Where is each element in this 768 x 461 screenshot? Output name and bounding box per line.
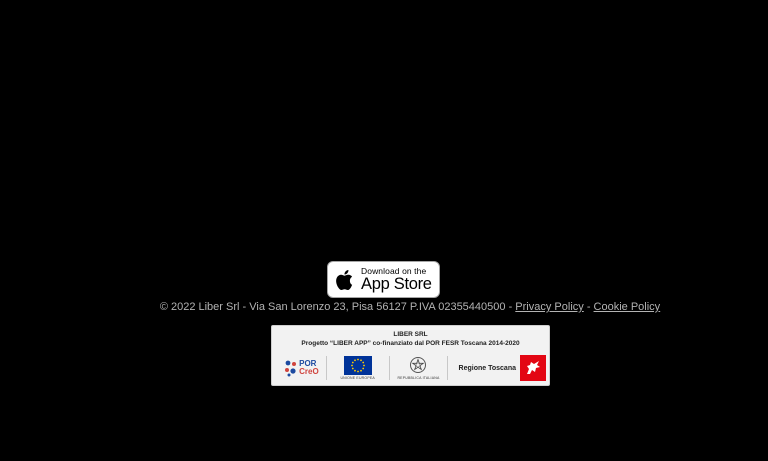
funding-subtitle: Progetto “LIBER APP” co-finanziato dal P… bbox=[301, 340, 520, 347]
badge-small-text: Download on the bbox=[361, 265, 427, 276]
repubblica-italiana-logo: REPUBBLICA ITALIANA bbox=[390, 353, 448, 383]
funding-title: LIBER SRL bbox=[393, 331, 428, 338]
regione-toscana-logo: Regione Toscana bbox=[448, 353, 546, 383]
eu-logo: UNIONE EUROPEA bbox=[327, 353, 389, 383]
eu-flag-icon bbox=[343, 356, 372, 375]
privacy-policy-link[interactable]: Privacy Policy bbox=[515, 301, 583, 313]
footer-legal: © 2022 Liber Srl - Via San Lorenzo 23, P… bbox=[0, 301, 768, 313]
eu-caption: UNIONE EUROPEA bbox=[340, 376, 375, 380]
por-creo-mark-icon bbox=[285, 360, 297, 377]
italian-emblem-icon bbox=[410, 357, 427, 373]
footer-separator: - bbox=[583, 301, 594, 313]
cookie-policy-link[interactable]: Cookie Policy bbox=[594, 301, 661, 313]
footer-legal-text: © 2022 Liber Srl - Via San Lorenzo 23, P… bbox=[159, 301, 516, 313]
pegasus-emblem-icon bbox=[520, 355, 546, 381]
apple-icon bbox=[335, 268, 355, 292]
badge-large-text: App Store bbox=[361, 275, 432, 293]
funding-logos: POR CreO UNIONE EUROPEA REPUBBLICA ITALI… bbox=[276, 353, 546, 383]
repubblica-caption: REPUBBLICA ITALIANA bbox=[397, 376, 440, 380]
por-creo-logo: POR CreO bbox=[276, 353, 326, 383]
app-store-download-button[interactable]: Download on the App Store bbox=[327, 261, 440, 298]
regione-toscana-label: Regione Toscana bbox=[458, 364, 516, 372]
funding-banner: LIBER SRL Progetto “LIBER APP” co-finanz… bbox=[271, 325, 550, 386]
por-creo-line2: CreO bbox=[299, 367, 319, 376]
